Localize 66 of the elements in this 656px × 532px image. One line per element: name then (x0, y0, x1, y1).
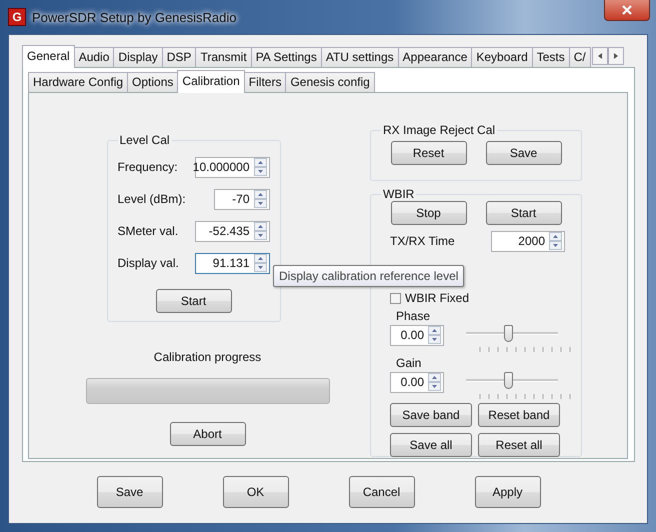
tab[interactable]: Keyboard (471, 47, 533, 67)
field-label: Display val. (118, 256, 179, 270)
number-field[interactable]: 0.00 (390, 372, 444, 392)
button[interactable]: Cancel (348, 476, 414, 508)
field-label: TX/RX Time (390, 234, 455, 248)
slider-thumb[interactable] (504, 325, 514, 342)
tab[interactable]: Calibration (177, 70, 245, 93)
button[interactable]: Save all (390, 433, 472, 457)
button[interactable]: Save band (390, 403, 472, 427)
tab[interactable]: Options (127, 72, 178, 92)
close-button[interactable] (604, 0, 650, 21)
slider-thumb[interactable] (504, 372, 514, 389)
tab[interactable]: General (22, 45, 75, 68)
button[interactable]: Reset band (478, 403, 560, 427)
tab[interactable]: Transmit (195, 47, 252, 67)
spinner-icon[interactable] (428, 373, 441, 391)
tab[interactable]: C/ (568, 47, 591, 67)
button[interactable]: Save (96, 476, 162, 508)
start-button[interactable]: Start (156, 289, 232, 313)
number-field[interactable]: -70 (214, 188, 270, 210)
tooltip: Display calibration reference level (273, 265, 464, 287)
progress-label: Calibration progress (154, 350, 262, 364)
window-title: PowerSDR Setup by GenesisRadio (32, 10, 236, 24)
group-title: WBIR (382, 187, 416, 201)
button[interactable]: Reset (390, 141, 466, 165)
scroll-right-icon[interactable] (608, 47, 624, 65)
checkbox[interactable] (390, 292, 401, 304)
field-label: Level (dBm): (118, 192, 186, 206)
tab[interactable]: Hardware Config (28, 72, 128, 92)
tab[interactable]: ATU settings (320, 47, 399, 67)
spinner-icon[interactable] (254, 254, 266, 272)
checkbox-label: WBIR Fixed (405, 291, 470, 305)
group-title: RX Image Reject Cal (382, 123, 496, 137)
button[interactable]: Stop (390, 201, 466, 225)
button[interactable]: Reset all (478, 433, 560, 457)
number-field[interactable]: -52.435 (194, 220, 270, 242)
button[interactable]: Apply (474, 476, 540, 508)
tab[interactable]: Genesis config (285, 72, 375, 92)
spinner-icon[interactable] (254, 190, 266, 208)
tab[interactable]: PA Settings (250, 47, 322, 67)
spinner-icon[interactable] (254, 222, 266, 240)
number-field[interactable]: 10.000000 (194, 156, 270, 178)
slider-label: Gain (396, 356, 422, 370)
button[interactable]: OK (222, 476, 288, 508)
spinner-icon[interactable] (549, 232, 562, 250)
field-label: Frequency: (118, 160, 178, 174)
spinner-icon[interactable] (254, 158, 266, 176)
app-icon: G (8, 8, 26, 26)
button[interactable]: Start (486, 201, 562, 225)
number-field[interactable]: 0.00 (390, 324, 444, 346)
tab[interactable]: Audio (74, 47, 114, 67)
scroll-left-icon[interactable] (592, 47, 608, 65)
tab[interactable]: Filters (244, 72, 286, 92)
number-field[interactable]: 91.131 (194, 252, 270, 274)
group-title: Level Cal (118, 133, 171, 147)
number-field[interactable]: 2000 (491, 230, 565, 252)
tab[interactable]: DSP (162, 47, 196, 67)
tab[interactable]: Tests (532, 47, 570, 67)
spinner-icon[interactable] (428, 326, 441, 344)
field-label: SMeter val. (118, 224, 178, 238)
tab[interactable]: Display (113, 47, 163, 67)
slider-label: Phase (396, 309, 430, 323)
tab[interactable]: Appearance (398, 47, 472, 67)
button[interactable]: Save (486, 141, 562, 165)
close-icon (622, 5, 632, 15)
abort-button[interactable]: Abort (170, 422, 246, 446)
